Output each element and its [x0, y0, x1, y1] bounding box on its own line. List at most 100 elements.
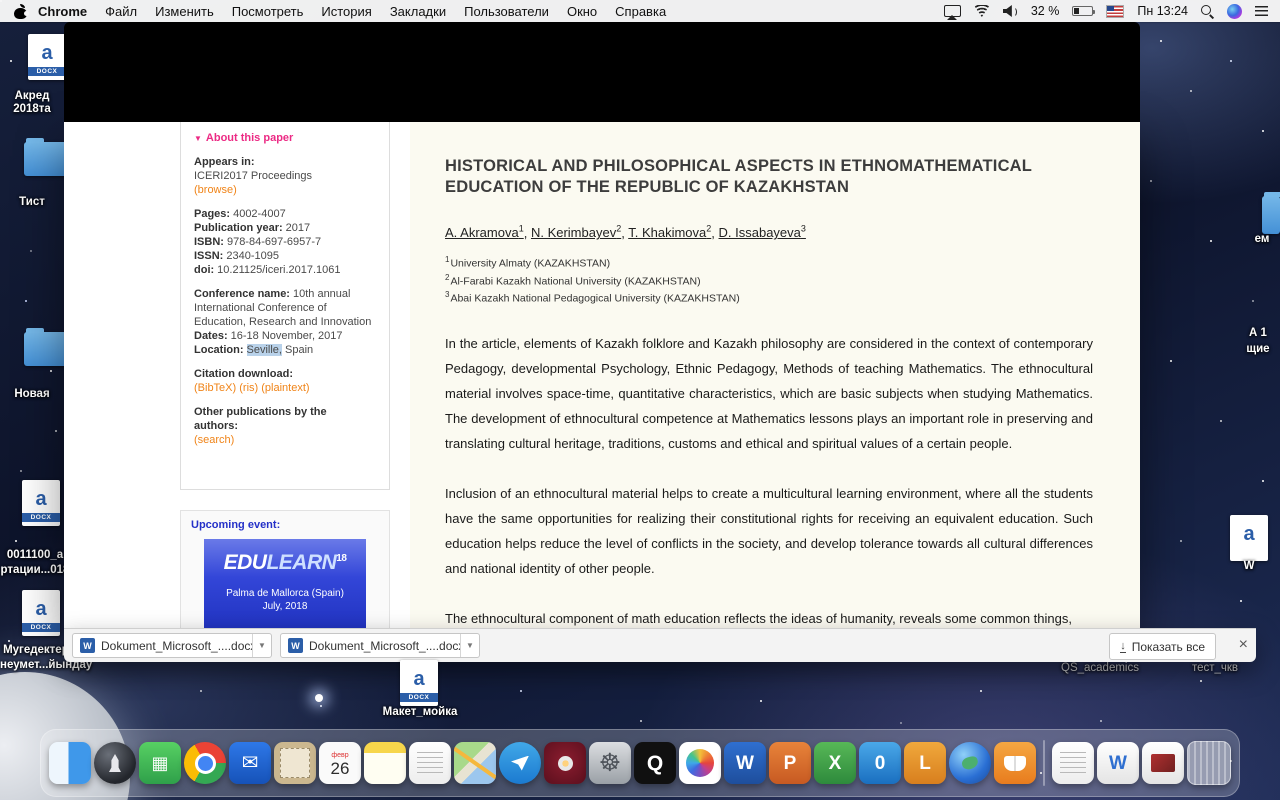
- notes-dock-icon[interactable]: [364, 742, 406, 784]
- download-options-caret[interactable]: ▼: [460, 634, 479, 657]
- article: HISTORICAL AND PHILOSOPHICAL ASPECTS IN …: [445, 156, 1093, 628]
- plaintext-link[interactable]: (plaintext): [261, 382, 309, 394]
- calendar-dock-icon[interactable]: февр26: [319, 742, 361, 784]
- desktop-label-fragment-w[interactable]: W: [1226, 560, 1272, 573]
- affiliation-line: 3Abai Kazakh National Pedagogical Univer…: [445, 288, 1093, 306]
- powerpoint-dock-icon[interactable]: P: [769, 742, 811, 784]
- edulearn-logo-learn: LEARN: [266, 551, 336, 574]
- edulearn-logo-18: 18: [336, 553, 346, 564]
- earth-dock-icon[interactable]: [949, 742, 991, 784]
- textedit-dock-icon[interactable]: [409, 742, 451, 784]
- excel-dock-icon[interactable]: X: [814, 742, 856, 784]
- author-link-khakimova[interactable]: T. Khakimova2: [628, 225, 711, 240]
- ris-link[interactable]: (ris): [239, 382, 258, 394]
- screen-mirroring-icon[interactable]: [944, 5, 961, 17]
- desktop-label-maket[interactable]: Макет_мойка: [355, 706, 485, 719]
- location-selected-text: Seville,: [247, 344, 282, 356]
- menu-file[interactable]: Файл: [105, 4, 137, 19]
- publication-details-group: Pages:4002-4007 Publication year:2017 IS…: [194, 207, 376, 277]
- o-app-dock-icon[interactable]: 0: [859, 742, 901, 784]
- desktop-label-tist[interactable]: Тист: [0, 196, 64, 209]
- system-preferences-dock-icon[interactable]: ☸: [589, 742, 631, 784]
- photo-booth-dock-icon[interactable]: [544, 742, 586, 784]
- menu-view[interactable]: Посмотреть: [232, 4, 304, 19]
- desktop-icon-fragment-docx[interactable]: а: [1230, 515, 1268, 561]
- menu-help[interactable]: Справка: [615, 4, 666, 19]
- word-file-icon: W: [288, 638, 303, 653]
- menu-people[interactable]: Пользователи: [464, 4, 549, 19]
- desktop-label-fragment-a1[interactable]: А 1: [1236, 327, 1280, 340]
- desktop-label-fragment-em[interactable]: ем: [1246, 233, 1278, 246]
- menu-edit[interactable]: Изменить: [155, 4, 214, 19]
- maps-dock-icon[interactable]: [454, 742, 496, 784]
- desktop-label-akred[interactable]: Акред 2018та: [0, 90, 64, 116]
- author-link-kerimbayev[interactable]: N. Kerimbayev2: [531, 225, 621, 240]
- desktop-icon-maket[interactable]: а DOCX: [400, 660, 438, 706]
- word-glyph: W: [736, 754, 754, 773]
- browser-toolbar-black-area: [64, 22, 1140, 122]
- authors-line: A. Akramova1, N. Kerimbayev2, T. Khakimo…: [445, 224, 1093, 240]
- stamps-dock-icon[interactable]: [274, 742, 316, 784]
- show-all-downloads-button[interactable]: ↓ Показать все: [1109, 633, 1216, 660]
- trash-dock-icon[interactable]: [1187, 741, 1231, 785]
- year-label: Publication year:: [194, 222, 283, 234]
- wifi-icon[interactable]: [974, 5, 990, 17]
- downloaded-file-1[interactable]: W Dokument_Microsoft_....docx ▼: [72, 633, 272, 658]
- menu-clock[interactable]: Пн 13:24: [1137, 4, 1188, 18]
- desktop-label-novaya[interactable]: Новая: [0, 388, 64, 401]
- q-app-dock-icon[interactable]: Q: [634, 742, 676, 784]
- apple-menu-icon[interactable]: [14, 4, 27, 19]
- green-grid-app-dock-icon[interactable]: ▦: [139, 742, 181, 784]
- finder-dock-icon[interactable]: [49, 742, 91, 784]
- desktop-label-doc1-line1[interactable]: 0011100_а: [0, 549, 70, 562]
- desktop-label-qs-academics[interactable]: QS_academics: [1035, 662, 1165, 675]
- word-dock-icon[interactable]: W: [724, 742, 766, 784]
- desktop-icon-doc2[interactable]: а DOCX: [22, 590, 60, 636]
- menu-bar: Chrome Файл Изменить Посмотреть История …: [0, 0, 1280, 22]
- desktop-icon-doc1[interactable]: а DOCX: [22, 480, 60, 526]
- menu-status-area: 32 % Пн 13:24: [944, 4, 1280, 19]
- browse-link[interactable]: (browse): [194, 184, 237, 196]
- menu-history[interactable]: История: [321, 4, 371, 19]
- close-download-bar-button[interactable]: ×: [1239, 635, 1248, 655]
- mail-dock-icon[interactable]: ✉: [229, 742, 271, 784]
- menu-bookmarks[interactable]: Закладки: [390, 4, 446, 19]
- menu-window[interactable]: Окно: [567, 4, 597, 19]
- input-language-flag-icon[interactable]: [1106, 5, 1124, 18]
- messages-dock-icon[interactable]: [499, 742, 541, 784]
- desktop-icon-fragment-folder[interactable]: [1262, 196, 1280, 234]
- paper-title: HISTORICAL AND PHILOSOPHICAL ASPECTS IN …: [445, 156, 1093, 198]
- pictures-stack-dock-icon[interactable]: [1142, 742, 1184, 784]
- abstract-paragraph-2: Inclusion of an ethnocultural material h…: [445, 481, 1093, 581]
- spotlight-search-icon[interactable]: [1201, 5, 1214, 18]
- abstract-paragraph-3: The ethnocultural component of math educ…: [445, 606, 1093, 628]
- search-authors-link[interactable]: (search): [194, 434, 234, 446]
- desktop-label-fragment-shie[interactable]: щие: [1236, 343, 1280, 356]
- siri-icon[interactable]: [1227, 4, 1242, 19]
- about-this-paper-header[interactable]: ▼About this paper: [194, 131, 376, 146]
- edulearn-banner[interactable]: EDULEARN18 Palma de Mallorca (Spain) Jul…: [204, 539, 366, 628]
- notification-center-icon[interactable]: [1255, 6, 1268, 16]
- document-file-dock-icon[interactable]: [1052, 742, 1094, 784]
- ibooks-dock-icon[interactable]: [994, 742, 1036, 784]
- desktop-label-test-chkv[interactable]: тест_чкв: [1172, 662, 1258, 675]
- chrome-dock-icon[interactable]: [184, 742, 226, 784]
- battery-icon[interactable]: [1072, 6, 1093, 16]
- l-app-dock-icon[interactable]: L: [904, 742, 946, 784]
- desktop-label-doc1-line2[interactable]: ртации...018: [0, 564, 70, 577]
- doi-value: 10.21125/iceri.2017.1061: [217, 264, 340, 276]
- author-link-issabayeva[interactable]: D. Issabayeva3: [719, 225, 806, 240]
- bibtex-link[interactable]: (BibTeX): [194, 382, 236, 394]
- desktop-icon-akred[interactable]: а DOCX: [28, 34, 66, 80]
- author-link-akramova[interactable]: A. Akramova1: [445, 225, 524, 240]
- docx-file-icon: а DOCX: [400, 660, 438, 706]
- menu-app-name[interactable]: Chrome: [38, 4, 87, 19]
- downloaded-file-2[interactable]: W Dokument_Microsoft_....docx ▼: [280, 633, 480, 658]
- download-options-caret[interactable]: ▼: [252, 634, 271, 657]
- upcoming-event-panel: Upcoming event: EDULEARN18 Palma de Mall…: [180, 510, 390, 628]
- launchpad-dock-icon[interactable]: [94, 742, 136, 784]
- photos-dock-icon[interactable]: [679, 742, 721, 784]
- docs-stack-dock-icon[interactable]: W: [1097, 742, 1139, 784]
- volume-icon[interactable]: [1003, 5, 1018, 17]
- dates-label: Dates:: [194, 330, 228, 342]
